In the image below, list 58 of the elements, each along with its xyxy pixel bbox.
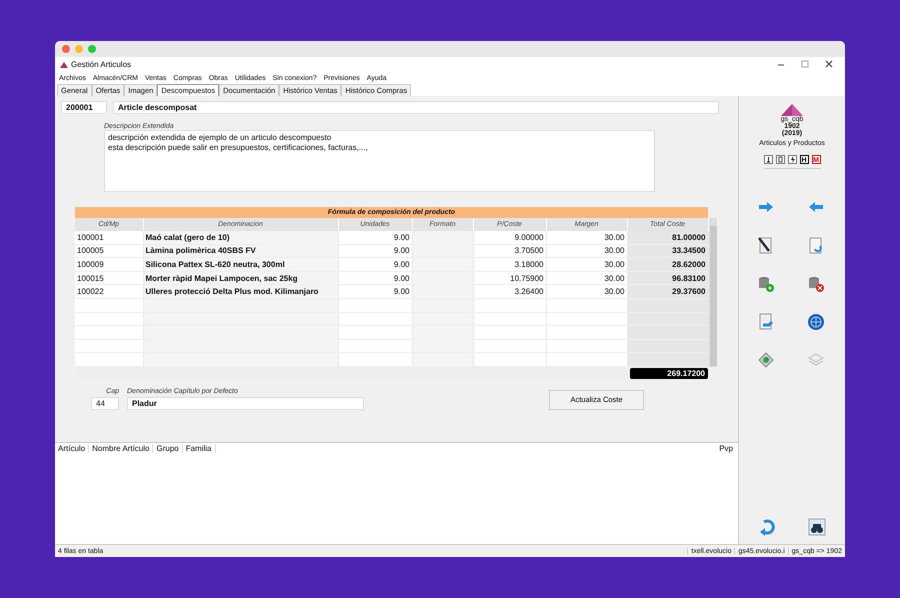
table-cell: Ulleres protecció Delta Plus mod. Kilimanjaro (143, 284, 338, 298)
table-cell: 100022 (75, 284, 143, 298)
column-header[interactable]: Grupo (153, 444, 183, 453)
chapter-name-field[interactable]: Pladur (127, 396, 364, 410)
globe-icon[interactable] (807, 313, 825, 331)
document-arrow-icon[interactable] (807, 237, 825, 255)
table-cell: 9.00 (338, 258, 412, 272)
info-icon[interactable] (764, 155, 772, 164)
table-cell: 30.00 (546, 231, 627, 244)
chart-box-icon[interactable] (757, 351, 775, 369)
table-cell: 100001 (75, 231, 143, 244)
column-header[interactable]: Familia (182, 444, 216, 453)
column-header[interactable]: Pvp (716, 444, 738, 453)
table-cell: 9.00 (338, 284, 412, 298)
name-field[interactable]: Article descomposat (113, 101, 719, 114)
code-field[interactable]: 200001 (61, 101, 107, 114)
table-cell: Làmina polimèrica 40SBS FV (143, 244, 338, 258)
table-cell: 81.00000 (627, 231, 708, 244)
table-cell: Silicona Pattex SL-620 neutra, 300ml (143, 258, 338, 272)
zoom-dot[interactable] (88, 45, 96, 53)
table-cell: 9.00 (338, 271, 412, 285)
column-header[interactable]: Artículo (55, 444, 90, 453)
column-header[interactable]: Nombre Artículo (89, 444, 154, 453)
database-remove-icon[interactable] (807, 275, 825, 293)
pyramid-icon (781, 104, 803, 116)
table-cell: 30.00 (546, 284, 627, 298)
table-cell: 3.26400 (473, 284, 546, 298)
lightning-icon[interactable] (788, 155, 796, 164)
table-cell: 10.75900 (473, 271, 546, 285)
table-cell: 100005 (75, 244, 143, 258)
table-cell: 3.18000 (473, 258, 546, 272)
table-cell: 9.00 (338, 244, 412, 258)
table-cell: Morter ràpid Mapei Lampocen, sac 25kg (143, 271, 338, 285)
table-cell: Maó calat (gero de 10) (143, 231, 338, 244)
table-cell: 30.00 (546, 244, 627, 258)
grand-total: 269.17200 (630, 368, 708, 379)
table-cell: 30.00 (546, 271, 627, 285)
description-field[interactable]: descripción extendida de ejemplo de un articulo descompuesto esta descripción puede salir en presupuestos, certificaciones, facturas,..., (104, 130, 655, 192)
close-dot[interactable] (62, 45, 70, 53)
undo-arrow-icon[interactable] (758, 518, 776, 536)
table-cell: 30.00 (546, 258, 627, 272)
table-cell: 9.00000 (473, 231, 546, 244)
table-cell: 9.00 (338, 231, 412, 244)
table-cell: 100015 (75, 271, 143, 285)
document-export-icon[interactable] (757, 313, 775, 331)
chapter-field[interactable]: 44 (91, 396, 119, 410)
minimize-dot[interactable] (75, 45, 83, 53)
table-cell: 33.34500 (627, 244, 708, 258)
page-icon[interactable] (776, 155, 784, 164)
database-add-icon[interactable] (757, 275, 775, 293)
binoculars-icon[interactable] (808, 518, 826, 536)
table-cell: 96.83100 (627, 271, 708, 285)
table-cell: 100009 (75, 258, 143, 272)
table-cell: 3.70500 (473, 244, 546, 258)
window-title: Gestión Articulos (71, 60, 132, 69)
table-cell: 29.37600 (627, 284, 708, 298)
app-icon (60, 62, 68, 68)
table-cell: 28.62000 (627, 258, 708, 272)
